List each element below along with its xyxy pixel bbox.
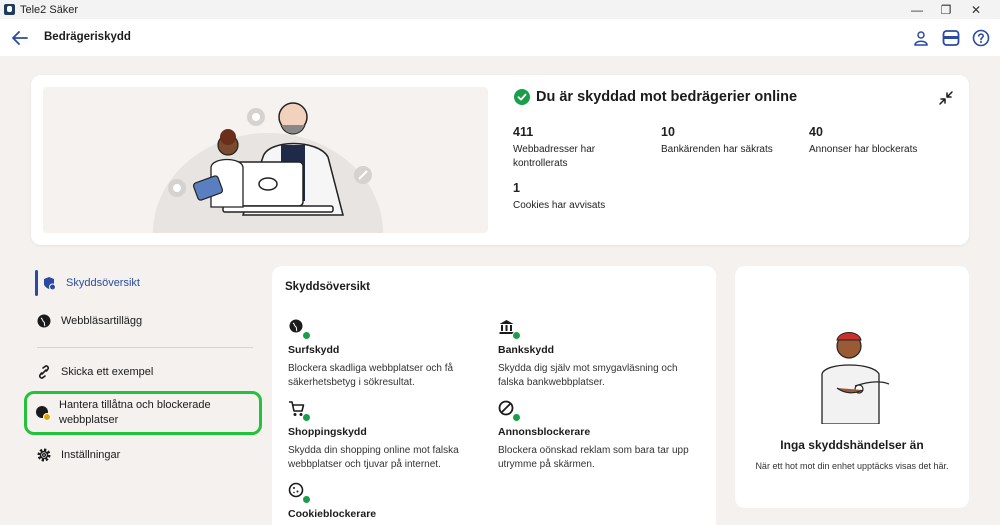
stat-value: 40 [809,125,823,139]
stat-label: Annonser har blockerats [809,144,918,155]
feature-surfing: Surfskydd Blockera skadliga webbplatser … [288,318,488,389]
empty-state-title: Inga skyddshändelser än [780,438,924,452]
app-title: Tele2 Säker [20,3,79,16]
stat-value: 1 [513,181,520,195]
card-icon [942,30,960,46]
sidebar-item-label: Inställningar [61,449,121,461]
stat-label: Webbadresser har kontrollerats [513,144,596,169]
hero-illustration [43,87,488,233]
subscription-button[interactable] [940,27,962,49]
events-panel: Inga skyddshändelser än När ett hot mot … [735,266,969,508]
user-icon [914,31,928,46]
panel-title: Skyddsöversikt [285,281,371,293]
feature-ad-blocker: Annonsblockerare Blockera oönskad reklam… [498,400,698,471]
app-header: Bedrägeriskydd [0,19,1000,56]
sidebar-divider [37,347,253,348]
status-heading: Du är skyddad mot bedrägerier online [514,89,797,105]
cart-icon [288,400,311,422]
feature-name: Surfskydd [288,344,340,356]
stat-urls: 411 Webbadresser har kontrollerats [513,125,623,171]
cookie-icon [288,482,311,504]
feature-shopping: Shoppingskydd Skydda din shopping online… [288,400,488,471]
page-title: Bedrägeriskydd [44,31,131,43]
feature-desc: Blockera oönskad reklam som bara tar upp… [498,445,689,470]
feature-name: Annonsblockerare [498,426,591,438]
account-button[interactable] [910,27,932,49]
app-logo-icon [4,4,15,15]
close-window-button[interactable]: ✕ [953,0,999,19]
sidebar-item-label: Skicka ett exempel [61,366,154,378]
empty-state-description: När ett hot mot din enhet upptäcks visas… [755,461,949,471]
stat-cookies: 1 Cookies har avvisats [513,181,643,213]
back-button[interactable] [10,28,30,48]
feature-banking: Bankskydd Skydda dig själv mot smygavläs… [498,318,698,389]
ad-block-icon [498,400,521,422]
active-indicator [35,270,38,296]
stat-label: Bankärenden har säkrats [661,144,773,155]
stat-value: 411 [513,125,534,139]
feature-name: Cookieblockerare [288,508,377,520]
link-icon [35,363,53,381]
feature-desc: Skydda din shopping online mot falska we… [288,445,459,470]
stat-value: 10 [661,125,675,139]
title-bar: Tele2 Säker — ❐ ✕ [0,0,1000,19]
help-button[interactable] [970,27,992,49]
stat-bank: 10 Bankärenden har säkrats [661,125,791,157]
sidebar-item-settings[interactable]: Inställningar [35,446,120,464]
globe-icon [35,312,53,330]
collapse-button[interactable] [937,89,955,107]
feature-name: Bankskydd [498,344,555,356]
highlight-outline [24,391,262,435]
stat-label: Cookies har avvisats [513,200,606,211]
stat-ads: 40 Annonser har blockerats [809,125,949,157]
arrow-left-icon [12,31,28,45]
overview-panel: Skyddsöversikt Surfskydd Blockera skadli… [272,266,716,525]
sidebar-item-label: Webbläsartillägg [61,315,143,327]
shield-icon [40,274,58,292]
globe-icon [288,318,311,340]
sidebar-item-overview[interactable]: Skyddsöversikt [40,274,140,292]
feature-name: Shoppingskydd [288,426,367,438]
waiting-person-illustration [821,332,890,424]
feature-desc: Blockera skadliga webbplatser och få säk… [288,363,454,388]
status-title: Du är skyddad mot bedrägerier online [536,89,798,105]
gear-icon [35,446,53,464]
help-icon [972,29,990,47]
sidebar-item-label: Skyddsöversikt [66,277,140,289]
bank-icon [498,318,521,340]
feature-desc: Skydda dig själv mot smygavläsning och f… [498,363,678,388]
sidebar-item-send-sample[interactable]: Skicka ett exempel [35,363,153,381]
sidebar-item-browser-extension[interactable]: Webbläsartillägg [35,312,142,330]
feature-cookie-blocker: Cookieblockerare [288,482,488,520]
collapse-icon [939,91,953,105]
protection-status-card: Du är skyddad mot bedrägerier online 411… [31,75,969,245]
check-circle-icon [514,89,530,105]
